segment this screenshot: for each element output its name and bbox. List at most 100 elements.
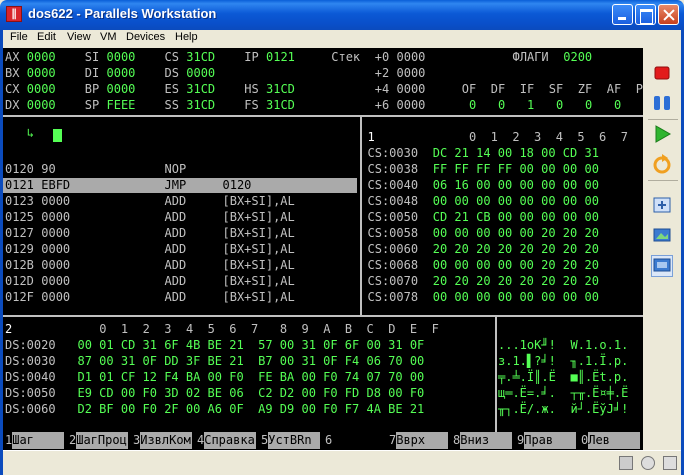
- disasm-operand: [BX+SI],AL: [222, 242, 295, 256]
- menu-view[interactable]: View: [67, 31, 91, 43]
- stack-offset: +2: [374, 66, 390, 80]
- fkey-0[interactable]: 0Лев: [581, 432, 643, 450]
- hdd-icon[interactable]: [663, 456, 677, 470]
- dump-columns: 0 1 2 3 4 5 6 7 8 9 A B C D E F: [99, 322, 439, 336]
- register-value: 31CD: [266, 98, 295, 112]
- fkey-label: Лев: [588, 432, 641, 449]
- floppy-icon[interactable]: [619, 456, 633, 470]
- toolbar-separator: [648, 119, 678, 120]
- disasm-mnemonic: ADD: [164, 242, 187, 256]
- fkey-number: 2: [69, 433, 77, 447]
- flag-value: 0: [585, 98, 593, 112]
- dump-bytes: 06 16 00 00 00 00 00 00: [432, 178, 599, 192]
- disasm-bytes: 90: [41, 162, 56, 176]
- dump-ascii: з.1.▌?╛!: [498, 354, 556, 368]
- play-icon[interactable]: [651, 123, 673, 145]
- fkey-3[interactable]: 3ИзвлКом: [133, 432, 195, 450]
- register-value: 0000: [26, 50, 56, 64]
- fullscreen-icon[interactable]: [651, 194, 673, 216]
- dump-address: DS:0030: [5, 354, 56, 368]
- dump-bytes: DC 21 14 00 18 00 CD 31: [432, 146, 599, 160]
- register-value: 31CD: [186, 98, 216, 112]
- fkey-7[interactable]: 7Вврх: [389, 432, 451, 450]
- fkey-number: 1: [5, 433, 13, 447]
- fkey-label: ИзвлКом: [140, 432, 193, 449]
- register-name: FS: [244, 98, 259, 112]
- dump-bytes: 00 01 CD 31 6F 4B BE 21 57 00 31 0F 6F 0…: [77, 338, 425, 352]
- register-name: AX: [5, 50, 20, 64]
- disasm-bytes: EBFD: [41, 178, 71, 192]
- flags-value: 0200: [563, 50, 593, 64]
- fkey-1[interactable]: 1Шаг: [5, 432, 67, 450]
- status-bar: [3, 450, 681, 475]
- register-name: DS: [164, 66, 179, 80]
- register-value: 0000: [106, 66, 136, 80]
- flag-name: OF: [461, 82, 477, 96]
- disasm-address: 0121: [5, 178, 34, 192]
- fkey-number: 3: [133, 433, 141, 447]
- disasm-address: 0120: [5, 162, 34, 176]
- flag-name: ZF: [577, 82, 593, 96]
- stack-value: 0000: [396, 82, 426, 96]
- stack-label: Стек: [331, 50, 361, 64]
- register-value: 0000: [186, 66, 216, 80]
- dump-ascii: й┘.ЁўJ╛!: [570, 402, 629, 416]
- fkey-number: 6: [325, 433, 333, 447]
- window-title: dos622 - Parallels Workstation: [28, 6, 217, 21]
- register-name: ES: [164, 82, 179, 96]
- dump-ascii: W.1.o.1.: [570, 338, 629, 352]
- close-button[interactable]: [658, 4, 679, 25]
- fkey-label: ШагПроц: [76, 432, 129, 449]
- flag-name: SF: [548, 82, 564, 96]
- fkey-4[interactable]: 4Справка: [197, 432, 259, 450]
- disasm-bytes: 0000: [41, 226, 71, 240]
- disasm-address: 0125: [5, 210, 34, 224]
- screenshot-icon[interactable]: [651, 224, 673, 246]
- menu-devices[interactable]: Devices: [126, 31, 165, 43]
- register-value: 0000: [106, 50, 136, 64]
- cdrom-icon[interactable]: [641, 456, 655, 470]
- disasm-mnemonic: ADD: [164, 274, 187, 288]
- stack-value: 0000: [396, 50, 426, 64]
- minimize-button[interactable]: [612, 4, 633, 25]
- menu-help[interactable]: Help: [175, 31, 198, 43]
- disasm-address: 012B: [5, 258, 34, 272]
- vm-toolbar: [645, 48, 681, 450]
- disasm-bytes: 0000: [41, 210, 71, 224]
- fkey-5[interactable]: 5УстBRn: [261, 432, 323, 450]
- fkey-label: УстBRn: [268, 432, 321, 449]
- dump-bytes: 00 00 00 00 00 20 20 20: [432, 258, 599, 272]
- menu-vm[interactable]: VM: [100, 31, 117, 43]
- disasm-address: 0129: [5, 242, 34, 256]
- toolbar-separator: [648, 180, 678, 181]
- fkey-8[interactable]: 8Вниз: [453, 432, 515, 450]
- reset-icon[interactable]: [651, 153, 673, 175]
- fkey-2[interactable]: 2ШагПроц: [69, 432, 131, 450]
- flag-value: 1: [527, 98, 535, 112]
- dump-address: CS:0058: [367, 226, 419, 240]
- dump-bytes: 87 00 31 0F DD 3F BE 21 B7 00 31 0F F4 0…: [77, 354, 425, 368]
- fkey-6[interactable]: 6: [325, 432, 387, 450]
- register-value: FEEE: [106, 98, 136, 112]
- register-value: 0000: [26, 98, 56, 112]
- register-name: BP: [84, 82, 100, 96]
- register-value: 0000: [26, 66, 56, 80]
- fkey-number: 4: [197, 433, 205, 447]
- vm-config-icon[interactable]: [651, 255, 673, 277]
- menu-file[interactable]: File: [10, 31, 28, 43]
- vm-screen[interactable]: 1Шаг 2ШагПроц 3ИзвлКом 4Справка 5УстBRn 6 7Ввр…: [3, 48, 643, 450]
- menu-edit[interactable]: Edit: [37, 31, 56, 43]
- disasm-operand: [BX+SI],AL: [222, 290, 295, 304]
- stop-icon[interactable]: [651, 62, 673, 84]
- dump-pane-number: 2: [5, 322, 13, 336]
- register-value: 31CD: [266, 82, 295, 96]
- maximize-button[interactable]: [635, 4, 656, 25]
- disasm-mnemonic: JMP: [164, 178, 187, 192]
- title-bar: ∥ dos622 - Parallels Workstation: [0, 0, 684, 30]
- pause-icon[interactable]: [651, 92, 673, 114]
- flag-value: 0: [614, 98, 622, 112]
- fkey-9[interactable]: 9Прав: [517, 432, 579, 450]
- parallels-app-icon[interactable]: ∥: [6, 6, 22, 22]
- flag-value: 0: [498, 98, 506, 112]
- dump-address: CS:0050: [367, 210, 419, 224]
